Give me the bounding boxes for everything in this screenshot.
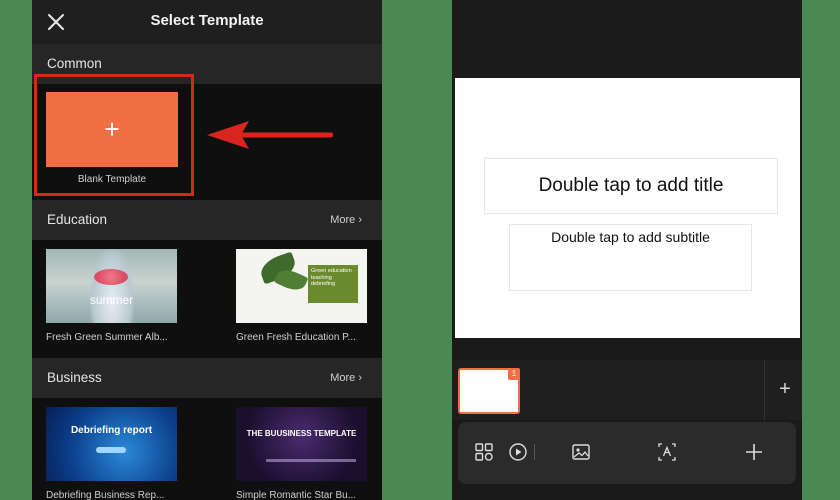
editor-top-area [452, 0, 802, 78]
layout-icon[interactable] [472, 440, 496, 464]
template-label: Debriefing Business Rep... [46, 490, 165, 500]
more-link[interactable]: More › [330, 214, 362, 226]
slide-number-badge: 1 [508, 368, 520, 380]
more-link[interactable]: More › [330, 372, 362, 384]
play-icon[interactable] [506, 440, 530, 464]
section-title: Business [47, 370, 102, 385]
highlight-box [34, 74, 194, 196]
text-box-icon[interactable] [655, 440, 679, 464]
bottom-toolbar [458, 422, 796, 484]
section-business: Debriefing report Debriefing Business Re… [32, 398, 382, 500]
template-thumb-debriefing[interactable]: Debriefing report [46, 407, 177, 481]
thumb-text: THE BUUSINESS TEMPLATE [246, 429, 357, 438]
slide-subtitle-placeholder[interactable]: Double tap to add subtitle [509, 224, 752, 291]
section-education: summer Fresh Green Summer Alb... Green e… [32, 240, 382, 358]
arrow-left-icon [207, 121, 333, 149]
add-slide-button[interactable]: + [774, 378, 796, 400]
template-thumb-summer[interactable]: summer [46, 249, 177, 323]
slide-title-placeholder[interactable]: Double tap to add title [484, 158, 778, 214]
template-label: Green Fresh Education P... [236, 332, 356, 343]
image-icon[interactable] [569, 440, 593, 464]
header-bar: Select Template [32, 0, 382, 44]
section-education-header: Education More › [32, 200, 382, 240]
section-title: Education [47, 212, 108, 227]
slide-editor-screen: Double tap to add title Double tap to ad… [452, 0, 802, 500]
page-title: Select Template [150, 12, 264, 29]
slide-thumbnail-strip: 1 + [452, 360, 802, 420]
section-business-header: Business More › [32, 358, 382, 398]
template-label: Fresh Green Summer Alb... [46, 332, 168, 343]
slide-canvas[interactable]: Double tap to add title Double tap to ad… [455, 78, 800, 338]
thumb-text: Debriefing report [70, 425, 153, 436]
section-title: Common [47, 56, 102, 71]
thumb-text: Green education teaching debriefing [311, 268, 352, 288]
add-icon[interactable] [742, 440, 766, 464]
slide-thumbnail[interactable]: 1 [458, 368, 520, 414]
template-thumb-romantic-star[interactable]: THE BUUSINESS TEMPLATE [236, 407, 367, 481]
thumb-text: summer [89, 293, 134, 307]
template-thumb-green-education[interactable]: Green education teaching debriefing [236, 249, 367, 323]
template-label: Simple Romantic Star Bu... [236, 490, 357, 500]
